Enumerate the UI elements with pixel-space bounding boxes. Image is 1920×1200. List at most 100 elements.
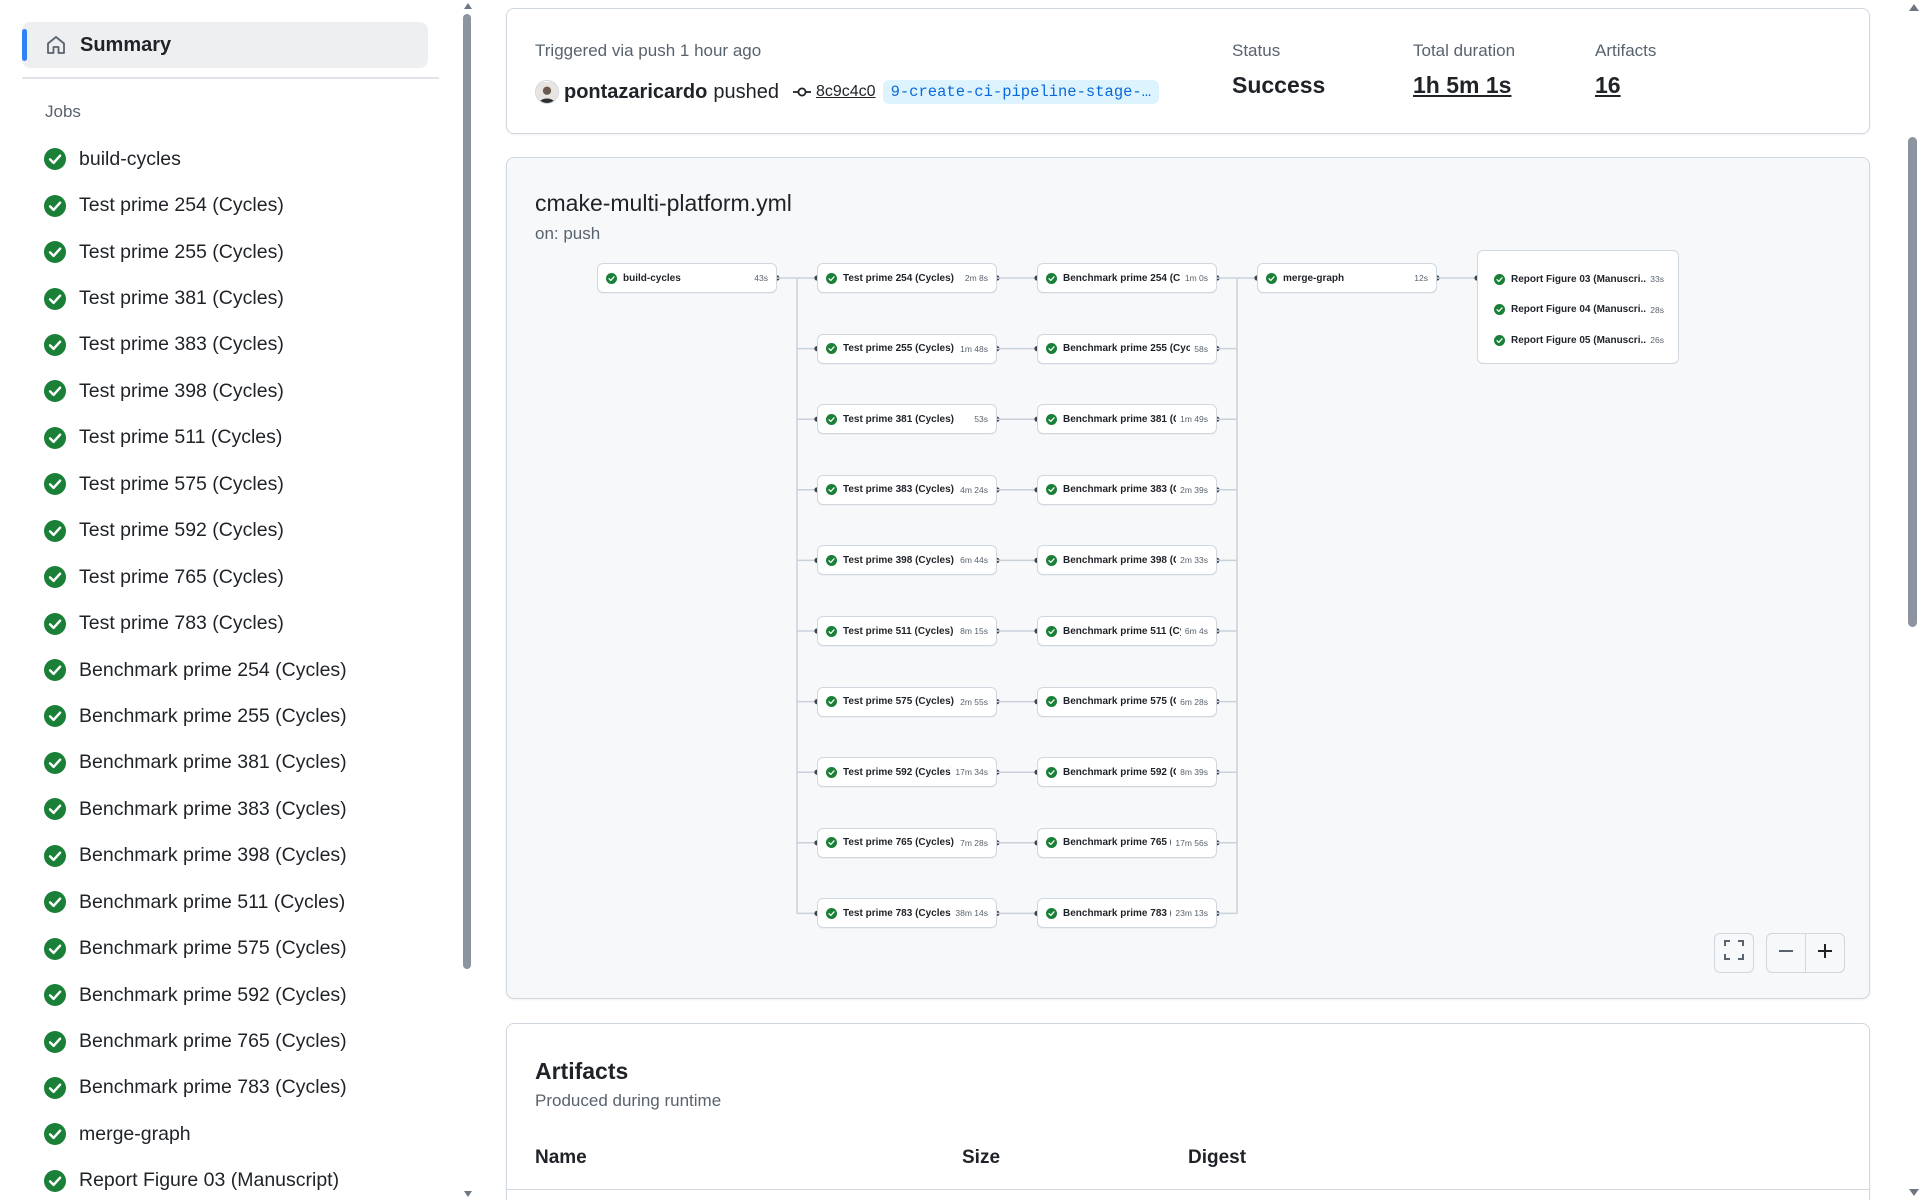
sidebar-scrollbar[interactable]: [462, 0, 474, 1200]
zoom-in-button[interactable]: [1805, 933, 1845, 973]
graph-node-test[interactable]: Test prime 765 (Cycles) 7m 28s: [817, 827, 997, 858]
check-circle-icon: [1494, 304, 1505, 315]
artifacts-card: Artifacts Produced during runtime Name S…: [506, 1023, 1870, 1200]
graph-node-test[interactable]: Test prime 254 (Cycles) 2m 8s: [817, 263, 997, 293]
node-duration: 33s: [1650, 274, 1664, 284]
artifacts-count-link[interactable]: 16: [1595, 72, 1656, 99]
graph-node-benchmark[interactable]: Benchmark prime 255 (Cycl... 58s: [1037, 333, 1217, 364]
scroll-up-icon[interactable]: [1909, 4, 1919, 11]
sidebar: Summary Jobs build-cycles Test prime 254 …: [0, 0, 462, 1200]
graph-node-build[interactable]: build-cycles 43s: [597, 263, 777, 293]
node-duration: 8m 39s: [1180, 767, 1208, 778]
node-label: Benchmark prime 383 (C...: [1063, 484, 1177, 496]
scroll-down-icon[interactable]: [1909, 1189, 1919, 1196]
sidebar-job-item[interactable]: Test prime 783 (Cycles): [44, 600, 347, 646]
fullscreen-button[interactable]: [1714, 933, 1754, 973]
column-header-name[interactable]: Name: [535, 1147, 587, 1169]
sidebar-item-summary[interactable]: Summary: [22, 22, 428, 68]
sidebar-job-item[interactable]: Test prime 575 (Cycles): [44, 461, 347, 507]
commit-sha-link[interactable]: 8c9c4c0: [816, 83, 876, 101]
job-label: Test prime 398 (Cycles): [79, 379, 284, 402]
fullscreen-icon: [1723, 939, 1745, 967]
job-label: Benchmark prime 381 (Cycles): [79, 751, 347, 774]
graph-node-report[interactable]: Report Figure 03 (Manuscri... 33s: [1494, 269, 1664, 289]
sidebar-job-item[interactable]: Benchmark prime 765 (Cycles): [44, 1018, 347, 1064]
check-circle-icon: [1046, 696, 1057, 708]
job-label: Test prime 765 (Cycles): [79, 565, 284, 588]
graph-node-benchmark[interactable]: Benchmark prime 783 (... 23m 13s: [1037, 898, 1217, 929]
graph-node-test[interactable]: Test prime 255 (Cycles) 1m 48s: [817, 333, 997, 364]
column-header-digest[interactable]: Digest: [1188, 1147, 1246, 1169]
job-list: build-cycles Test prime 254 (Cycles) Test …: [44, 136, 347, 1200]
job-label: Test prime 381 (Cycles): [79, 287, 284, 310]
job-label: Report Figure 03 (Manuscript): [79, 1169, 340, 1192]
sidebar-job-item[interactable]: Benchmark prime 575 (Cycles): [44, 925, 347, 971]
check-circle-icon: [606, 272, 617, 284]
graph-node-merge[interactable]: merge-graph 12s: [1257, 263, 1437, 293]
node-label: Benchmark prime 511 (Cy...: [1063, 625, 1181, 637]
sidebar-job-item[interactable]: Test prime 398 (Cycles): [44, 368, 347, 414]
job-label: Test prime 383 (Cycles): [79, 333, 284, 356]
graph-node-report[interactable]: Report Figure 04 (Manuscri... 28s: [1494, 300, 1664, 320]
graph-node-test[interactable]: Test prime 783 (Cycles) 38m 14s: [817, 898, 997, 929]
sidebar-job-item[interactable]: Benchmark prime 383 (Cycles): [44, 786, 347, 832]
sidebar-job-item[interactable]: Benchmark prime 592 (Cycles): [44, 972, 347, 1018]
sidebar-job-item[interactable]: Benchmark prime 255 (Cycles): [44, 693, 347, 739]
node-duration: 43s: [754, 273, 768, 283]
node-duration: 1m 48s: [960, 343, 988, 354]
graph-node-benchmark[interactable]: Benchmark prime 381 (C... 1m 49s: [1037, 404, 1217, 435]
graph-node-test[interactable]: Test prime 383 (Cycles) 4m 24s: [817, 474, 997, 505]
sidebar-job-item[interactable]: Benchmark prime 254 (Cycles): [44, 647, 347, 693]
sidebar-job-item[interactable]: Report Figure 03 (Manuscript): [44, 1158, 347, 1200]
scrollbar-thumb[interactable]: [1908, 137, 1917, 627]
sidebar-job-item[interactable]: Benchmark prime 783 (Cycles): [44, 1065, 347, 1111]
job-label: Test prime 575 (Cycles): [79, 472, 284, 495]
sidebar-job-item[interactable]: Benchmark prime 381 (Cycles): [44, 740, 347, 786]
graph-node-benchmark[interactable]: Benchmark prime 398 (C... 2m 33s: [1037, 545, 1217, 576]
sidebar-job-item[interactable]: Benchmark prime 511 (Cycles): [44, 879, 347, 925]
graph-node-test[interactable]: Test prime 511 (Cycles) 8m 15s: [817, 616, 997, 646]
sidebar-job-item[interactable]: build-cycles: [44, 136, 347, 182]
graph-node-report[interactable]: Report Figure 05 (Manuscri... 26s: [1494, 330, 1664, 350]
graph-node-benchmark[interactable]: Benchmark prime 254 (C... 1m 0s: [1037, 263, 1217, 293]
sidebar-job-item[interactable]: merge-graph: [44, 1111, 347, 1157]
zoom-out-button[interactable]: [1766, 933, 1806, 973]
sidebar-item-label: Summary: [80, 33, 172, 56]
check-circle-icon: [44, 333, 66, 356]
job-label: Test prime 255 (Cycles): [79, 240, 284, 263]
node-duration: 58s: [1194, 343, 1208, 354]
graph-node-benchmark[interactable]: Benchmark prime 575 (C... 6m 28s: [1037, 686, 1217, 717]
check-circle-icon: [826, 272, 837, 284]
page-scrollbar[interactable]: [1906, 0, 1920, 1200]
sidebar-job-item[interactable]: Test prime 511 (Cycles): [44, 415, 347, 461]
scrollbar-thumb[interactable]: [463, 14, 471, 969]
sidebar-job-item[interactable]: Test prime 383 (Cycles): [44, 322, 347, 368]
sidebar-job-item[interactable]: Test prime 381 (Cycles): [44, 275, 347, 321]
graph-node-benchmark[interactable]: Benchmark prime 511 (Cy... 6m 4s: [1037, 616, 1217, 646]
avatar[interactable]: [535, 80, 559, 104]
graph-node-benchmark[interactable]: Benchmark prime 383 (C... 2m 39s: [1037, 474, 1217, 505]
sidebar-job-item[interactable]: Test prime 592 (Cycles): [44, 508, 347, 554]
graph-node-test[interactable]: Test prime 381 (Cycles) 53s: [817, 404, 997, 435]
branch-badge[interactable]: 9-create-ci-pipeline-stage-…: [882, 80, 1160, 104]
column-header-size[interactable]: Size: [962, 1147, 1000, 1169]
scroll-up-icon[interactable]: [464, 3, 472, 9]
sidebar-job-item[interactable]: Test prime 254 (Cycles): [44, 182, 347, 228]
status-value: Success: [1232, 72, 1326, 98]
graph-node-benchmark[interactable]: Benchmark prime 592 (C... 8m 39s: [1037, 757, 1217, 788]
status-stat: Status Success: [1232, 41, 1325, 99]
sidebar-job-item[interactable]: Benchmark prime 398 (Cycles): [44, 833, 347, 879]
node-duration: 53s: [974, 414, 988, 425]
duration-link[interactable]: 1h 5m 1s: [1413, 72, 1515, 99]
sidebar-job-item[interactable]: Test prime 765 (Cycles): [44, 554, 347, 600]
actor-name-link[interactable]: pontazaricardo: [564, 81, 707, 104]
graph-node-benchmark[interactable]: Benchmark prime 765 (... 17m 56s: [1037, 827, 1217, 858]
git-commit-icon: [792, 82, 812, 102]
graph-node-test[interactable]: Test prime 592 (Cycles) 17m 34s: [817, 757, 997, 788]
sidebar-job-item[interactable]: Test prime 255 (Cycles): [44, 229, 347, 275]
node-duration: 38m 14s: [955, 908, 988, 919]
graph-node-test[interactable]: Test prime 398 (Cycles) 6m 44s: [817, 545, 997, 576]
jobs-heading: Jobs: [45, 102, 81, 121]
graph-node-test[interactable]: Test prime 575 (Cycles) 2m 55s: [817, 686, 997, 717]
scroll-down-icon[interactable]: [464, 1191, 472, 1197]
